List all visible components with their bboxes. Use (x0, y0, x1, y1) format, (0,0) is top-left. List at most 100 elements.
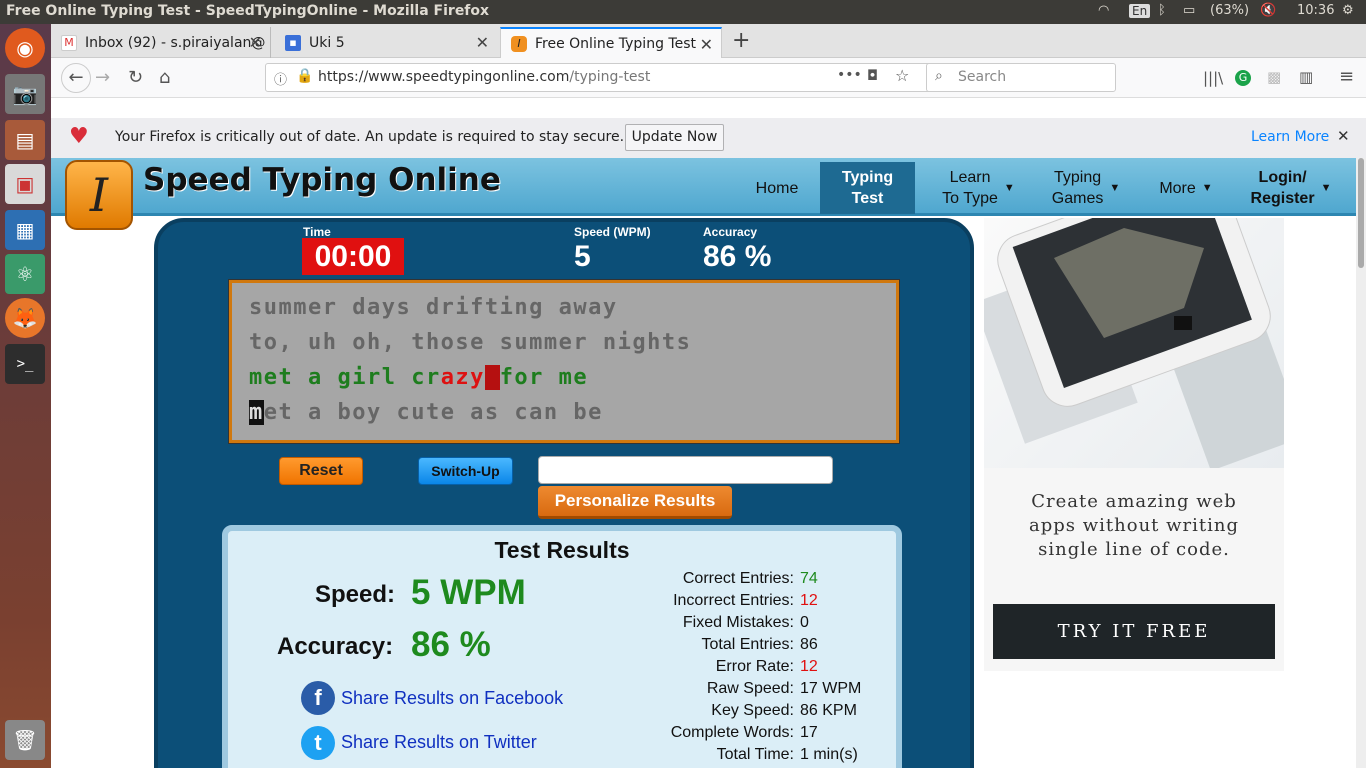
url-base: https://www.speedtypingonline.com (318, 69, 570, 85)
nav-learn-to-type[interactable]: Learn To Type ▼ (931, 162, 1026, 214)
close-icon[interactable]: ✕ (700, 35, 713, 54)
atom-app-icon[interactable]: ⚛ (5, 254, 45, 294)
nav-more[interactable]: More ▼ (1151, 162, 1221, 214)
results-name-input[interactable] (538, 456, 833, 484)
tab-uki[interactable]: ▪ Uki 5 ✕ (275, 27, 497, 58)
stat-row: Fixed Mistakes: 0 (628, 614, 809, 634)
page-actions-icon[interactable]: ••• (837, 67, 862, 83)
camera-app-icon[interactable]: 📷 (5, 74, 45, 114)
url-bar[interactable]: ⓘ 🔒 https://www.speedtypingonline.com/ty… (265, 63, 969, 92)
extension-icon[interactable]: ▩ (1267, 68, 1281, 86)
writer-app-icon[interactable]: ▦ (5, 210, 45, 250)
update-now-button[interactable]: Update Now (625, 124, 724, 151)
sidebar-icon[interactable]: ▥ (1299, 68, 1313, 86)
page-scrollbar[interactable] (1356, 158, 1366, 768)
menu-icon[interactable]: ≡ (1339, 66, 1354, 87)
bluetooth-icon[interactable]: ᛒ (1158, 3, 1166, 18)
wifi-icon[interactable]: ◠ (1098, 3, 1109, 18)
update-notification-bar: ♥ Your Firefox is critically out of date… (51, 98, 1366, 158)
stat-row: Total Time: 1 min(s) (628, 746, 858, 766)
try-it-free-button[interactable]: TRY IT FREE (993, 604, 1275, 659)
trash-icon[interactable]: 🗑 (5, 720, 45, 760)
site-name[interactable]: Speed Typing Online (143, 162, 501, 198)
ad-tagline-line: apps without writing (1029, 515, 1239, 536)
tab-label: Free Online Typing Test (535, 35, 696, 52)
stat-label: Complete Words: (670, 724, 794, 741)
system-top-bar: Free Online Typing Test - SpeedTypingOnl… (0, 0, 1366, 24)
tab-typing-test[interactable]: I Free Online Typing Test ✕ (500, 27, 722, 58)
stat-value: 1 min(s) (800, 746, 858, 763)
result-accuracy-label: Accuracy: (277, 633, 394, 660)
keyboard-indicator[interactable]: En (1129, 4, 1151, 18)
typed-correct: met a girl cr (249, 365, 441, 390)
remaining-text: et a boy cute as can be (263, 400, 603, 425)
reload-icon[interactable]: ↻ (128, 67, 143, 88)
impress-app-icon[interactable]: ▣ (5, 164, 45, 204)
settings-gear-icon[interactable]: ⚙ (1342, 3, 1354, 18)
tab-strip: M Inbox (92) - s.piraiyalan@ ✕ ▪ Uki 5 ✕… (51, 24, 1366, 58)
nav-typing-games[interactable]: Typing Games ▼ (1046, 162, 1126, 214)
back-icon[interactable]: ← (61, 63, 91, 93)
speedtyping-icon: I (511, 35, 527, 52)
nav-label: Games (1051, 190, 1104, 207)
personalize-results-button[interactable]: Personalize Results (538, 486, 732, 519)
url-path: /typing-test (569, 69, 651, 85)
typed-error-space (484, 365, 500, 390)
share-facebook-link[interactable]: Share Results on Facebook (341, 688, 563, 709)
switch-up-button[interactable]: Switch-Up (418, 457, 513, 485)
home-icon[interactable]: ⌂ (159, 67, 170, 88)
nav-label: Learn (949, 169, 991, 186)
close-icon[interactable]: ✕ (249, 33, 262, 52)
stat-label: Error Rate: (715, 658, 794, 675)
battery-icon[interactable]: ▭ (1183, 3, 1195, 18)
learn-more-link[interactable]: Learn More (1251, 129, 1329, 145)
battery-percent[interactable]: (63%) (1210, 3, 1249, 18)
twitter-icon[interactable]: t (301, 726, 335, 760)
close-icon[interactable]: ✕ (1337, 127, 1350, 145)
stat-value: 12 (800, 658, 818, 675)
terminal-app-icon[interactable]: >_ (5, 344, 45, 384)
grammarly-icon[interactable]: G (1235, 70, 1251, 86)
stat-label: Correct Entries: (682, 570, 794, 587)
scrollbar-thumb[interactable] (1358, 158, 1364, 268)
bookmark-star-icon[interactable]: ☆ (895, 66, 909, 85)
pocket-icon[interactable]: ◘ (867, 68, 878, 84)
typing-text-area[interactable]: summer days drifting away to, uh oh, tho… (228, 279, 900, 444)
accuracy-value: 86 % (703, 240, 772, 273)
stat-row: Raw Speed: 17 WPM (628, 680, 862, 700)
files-app-icon[interactable]: ▤ (5, 120, 45, 160)
ubuntu-dash-icon[interactable]: ◉ (5, 28, 45, 68)
forward-icon[interactable]: → (95, 67, 110, 88)
tab-label: Inbox (92) - s.piraiyalan@ (85, 34, 266, 51)
tab-inbox[interactable]: M Inbox (92) - s.piraiyalan@ ✕ (51, 27, 271, 58)
tab-label: Uki 5 (309, 34, 345, 51)
new-tab-icon[interactable]: + (732, 28, 750, 53)
stat-row: Error Rate: 12 (628, 658, 818, 678)
nav-home[interactable]: Home (741, 162, 813, 214)
stat-row: Correct Entries: 74 (628, 570, 818, 590)
stat-label: Total Entries: (701, 636, 794, 653)
firefox-app-icon[interactable]: 🦊 (5, 298, 45, 338)
dropdown-arrow-icon: ▼ (1003, 181, 1015, 194)
nav-typing-test[interactable]: Typing Test (820, 162, 915, 214)
stat-label: Fixed Mistakes: (682, 614, 794, 631)
facebook-icon[interactable]: f (301, 681, 335, 715)
nav-login-register[interactable]: Login/Register ▼ (1241, 162, 1341, 214)
volume-muted-icon[interactable]: 🔇 (1260, 3, 1276, 18)
search-field[interactable]: ⌕ Search (926, 63, 1116, 92)
info-icon[interactable]: ⓘ (274, 69, 287, 88)
library-icon[interactable]: |||\ (1203, 69, 1223, 87)
clock[interactable]: 10:36 (1297, 3, 1334, 18)
stat-label: Raw Speed: (706, 680, 794, 697)
close-icon[interactable]: ✕ (476, 33, 489, 52)
site-logo-icon[interactable]: I (65, 160, 133, 230)
stat-value: 0 (800, 614, 809, 631)
nav-label: More (1159, 179, 1196, 197)
nav-label: To Type (942, 190, 998, 207)
stat-value: 74 (800, 570, 818, 587)
stat-label: Key Speed: (711, 702, 794, 719)
reset-button[interactable]: Reset (279, 457, 363, 485)
stat-label: Total Time: (716, 746, 794, 763)
share-twitter-link[interactable]: Share Results on Twitter (341, 732, 537, 753)
dropdown-arrow-icon: ▼ (1109, 181, 1121, 194)
